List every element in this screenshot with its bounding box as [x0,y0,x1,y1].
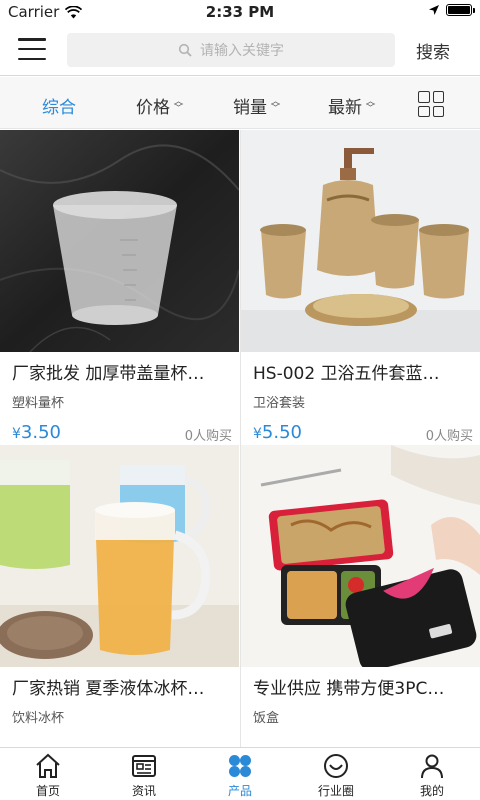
product-grid: 厂家批发 加厚带盖量杯… 塑料量杯 ¥3.50 0人购买 HS-002 卫浴五件… [0,130,480,747]
sort-arrows-icon: ︿ ﹀ [366,96,376,114]
grid-view-icon[interactable] [418,91,444,117]
product-image [241,130,480,352]
product-title: 专业供应 携带方便3PC… [253,679,445,699]
status-time: 2:33 PM [205,3,275,21]
product-image [241,445,480,667]
product-sold-count: 0人购买 [184,429,232,444]
sort-arrows-icon: ︿ ﹀ [174,96,184,114]
sort-sales[interactable]: 销量 ︿ ﹀ [233,93,280,118]
product-card[interactable]: 厂家热销 夏季液体冰杯… 饮料冰杯 [0,445,240,747]
price-value: 3.50 [20,422,61,443]
product-title: 厂家热销 夏季液体冰杯… [12,679,205,699]
product-price: ¥3.50 [12,422,61,443]
sort-comprehensive[interactable]: 综合 [42,93,76,118]
search-button[interactable]: 搜索 [416,38,450,63]
sort-bar: 综合 价格 ︿ ﹀ 销量 ︿ ﹀ 最新 ︿ ﹀ [0,77,480,129]
tab-label: 我的 [419,784,444,798]
tab-label: 资讯 [131,784,156,798]
news-icon [132,755,156,777]
tab-news[interactable]: 资讯 [96,748,192,800]
product-category: 饭盒 [253,711,280,726]
battery-icon [446,4,475,16]
search-header: 请输入关键字 搜索 [0,24,480,76]
price-value: 5.50 [261,422,302,443]
product-image [0,445,239,667]
sort-label: 综合 [42,98,76,118]
product-category: 卫浴套装 [253,396,306,411]
bottom-tab-bar: 首页 资讯 产品 行业圈 我的 [0,747,480,800]
sort-arrows-icon: ︿ ﹀ [271,96,281,114]
sort-label: 最新 [328,98,362,118]
tab-industry-circle[interactable]: 行业圈 [288,748,384,800]
product-card[interactable]: 厂家批发 加厚带盖量杯… 塑料量杯 ¥3.50 0人购买 [0,130,240,445]
product-category: 饮料冰杯 [12,711,65,726]
product-title: 厂家批发 加厚带盖量杯… [12,364,205,384]
tab-label: 产品 [227,784,252,798]
currency-symbol: ¥ [253,426,262,442]
product-category: 塑料量杯 [12,396,65,411]
product-title: HS-002 卫浴五件套蓝… [253,364,440,384]
product-sold-count: 0人购买 [425,429,473,444]
sort-label: 价格 [136,98,170,118]
sort-newest[interactable]: 最新 ︿ ﹀ [328,93,375,118]
product-card[interactable]: 专业供应 携带方便3PC… 饭盒 [241,445,480,747]
menu-icon[interactable] [18,38,46,60]
tab-home[interactable]: 首页 [0,748,96,800]
tab-label: 行业圈 [317,784,354,798]
tab-profile[interactable]: 我的 [384,748,480,800]
profile-icon [421,754,443,779]
status-right [428,4,475,16]
products-icon [229,755,251,777]
home-icon [36,753,60,778]
status-bar: Carrier 2:33 PM [0,0,480,24]
search-icon [178,43,192,57]
tab-label: 首页 [35,784,60,798]
sort-price[interactable]: 价格 ︿ ﹀ [136,93,183,118]
product-image [0,130,239,352]
currency-symbol: ¥ [12,426,21,442]
location-arrow-icon [429,5,439,15]
product-card[interactable]: HS-002 卫浴五件套蓝… 卫浴套装 ¥5.50 0人购买 [241,130,480,445]
search-input[interactable]: 请输入关键字 [67,33,395,67]
tab-products[interactable]: 产品 [192,748,288,800]
industry-circle-icon [324,754,348,778]
product-price: ¥5.50 [253,422,302,443]
search-placeholder: 请输入关键字 [200,43,284,59]
sort-label: 销量 [233,98,267,118]
